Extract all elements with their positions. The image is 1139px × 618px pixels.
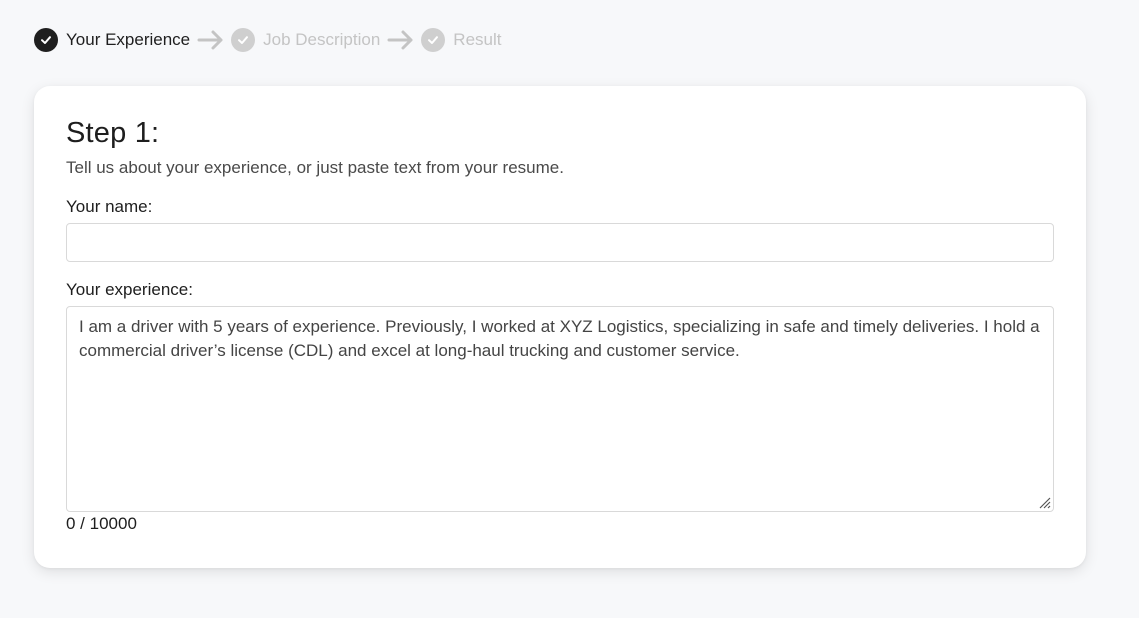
experience-card: Step 1: Tell us about your experience, o…: [34, 86, 1086, 568]
step-job-description[interactable]: Job Description: [231, 28, 380, 52]
check-icon: [231, 28, 256, 52]
step-label: Job Description: [263, 30, 381, 49]
experience-label: Your experience:: [66, 280, 193, 299]
step-label: Result: [453, 30, 502, 49]
arrow-right-icon: [387, 27, 415, 53]
step-subtitle: Tell us about your experience, or just p…: [66, 158, 564, 177]
name-input[interactable]: [66, 223, 1054, 262]
check-icon: [421, 28, 446, 52]
step-your-experience[interactable]: Your Experience: [34, 28, 190, 52]
name-label: Your name:: [66, 197, 153, 216]
resize-grip-icon[interactable]: [1036, 494, 1052, 510]
step-title: Step 1:: [66, 117, 160, 149]
character-counter: 0 / 10000: [66, 514, 137, 533]
step-result[interactable]: Result: [421, 28, 501, 52]
arrow-right-icon: [197, 27, 225, 53]
check-icon: [34, 28, 58, 52]
stepper: Your Experience Job Description Result: [34, 27, 501, 53]
experience-textarea[interactable]: I am a driver with 5 years of experience…: [66, 306, 1054, 512]
step-label: Your Experience: [66, 30, 191, 49]
